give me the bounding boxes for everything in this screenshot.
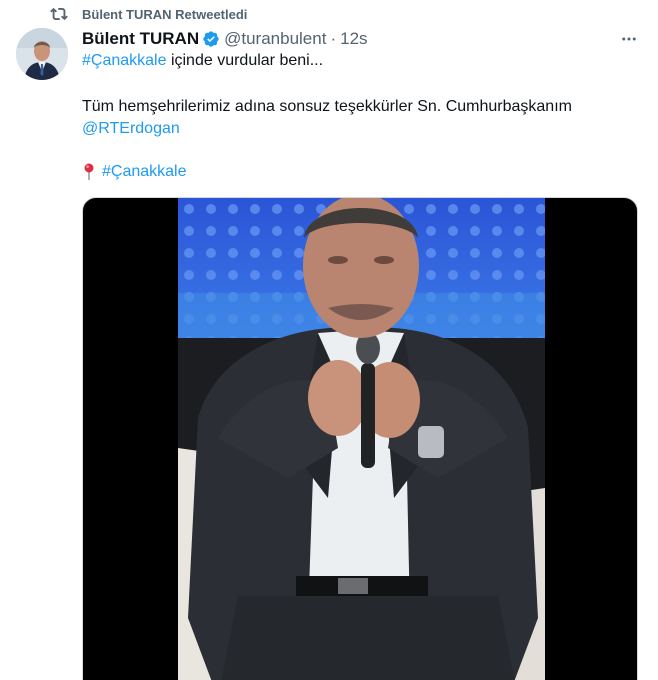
tweet-timestamp[interactable]: 12s bbox=[340, 29, 367, 49]
hashtag-link[interactable]: #Çanakkale bbox=[82, 52, 167, 69]
tweet-header: Bülent TURAN @turanbulent · 12s bbox=[82, 28, 368, 50]
tweet-text-line-4: #Çanakkale bbox=[82, 162, 187, 182]
verified-badge-icon bbox=[203, 31, 219, 47]
retweet-icon bbox=[50, 7, 68, 21]
author-name[interactable]: Bülent TURAN bbox=[82, 29, 199, 49]
tweet-text-line-1: #Çanakkale içinde vurdular beni... bbox=[82, 51, 323, 71]
hashtag-link[interactable]: #Çanakkale bbox=[102, 162, 187, 182]
mention-link[interactable]: @RTErdogan bbox=[82, 120, 180, 137]
avatar-image bbox=[16, 28, 68, 80]
more-dots-icon bbox=[622, 37, 636, 41]
header-separator: · bbox=[330, 29, 337, 48]
round-pushpin-icon bbox=[84, 163, 94, 180]
video-frame bbox=[178, 198, 545, 680]
video-player[interactable] bbox=[82, 197, 638, 680]
tweet-text-line-2: Tüm hemşehrilerimiz adına sonsuz teşekkü… bbox=[82, 98, 572, 115]
retweet-indicator[interactable]: Bülent TURAN Retweetledi bbox=[50, 4, 247, 24]
avatar[interactable] bbox=[16, 28, 68, 80]
author-handle[interactable]: @turanbulent bbox=[224, 29, 326, 49]
more-options-button[interactable] bbox=[618, 28, 640, 50]
tweet-text-line-3: @RTErdogan bbox=[82, 119, 180, 139]
retweet-label: Bülent TURAN Retweetledi bbox=[82, 6, 248, 22]
tweet-text-segment: içinde vurdular beni... bbox=[166, 52, 324, 69]
